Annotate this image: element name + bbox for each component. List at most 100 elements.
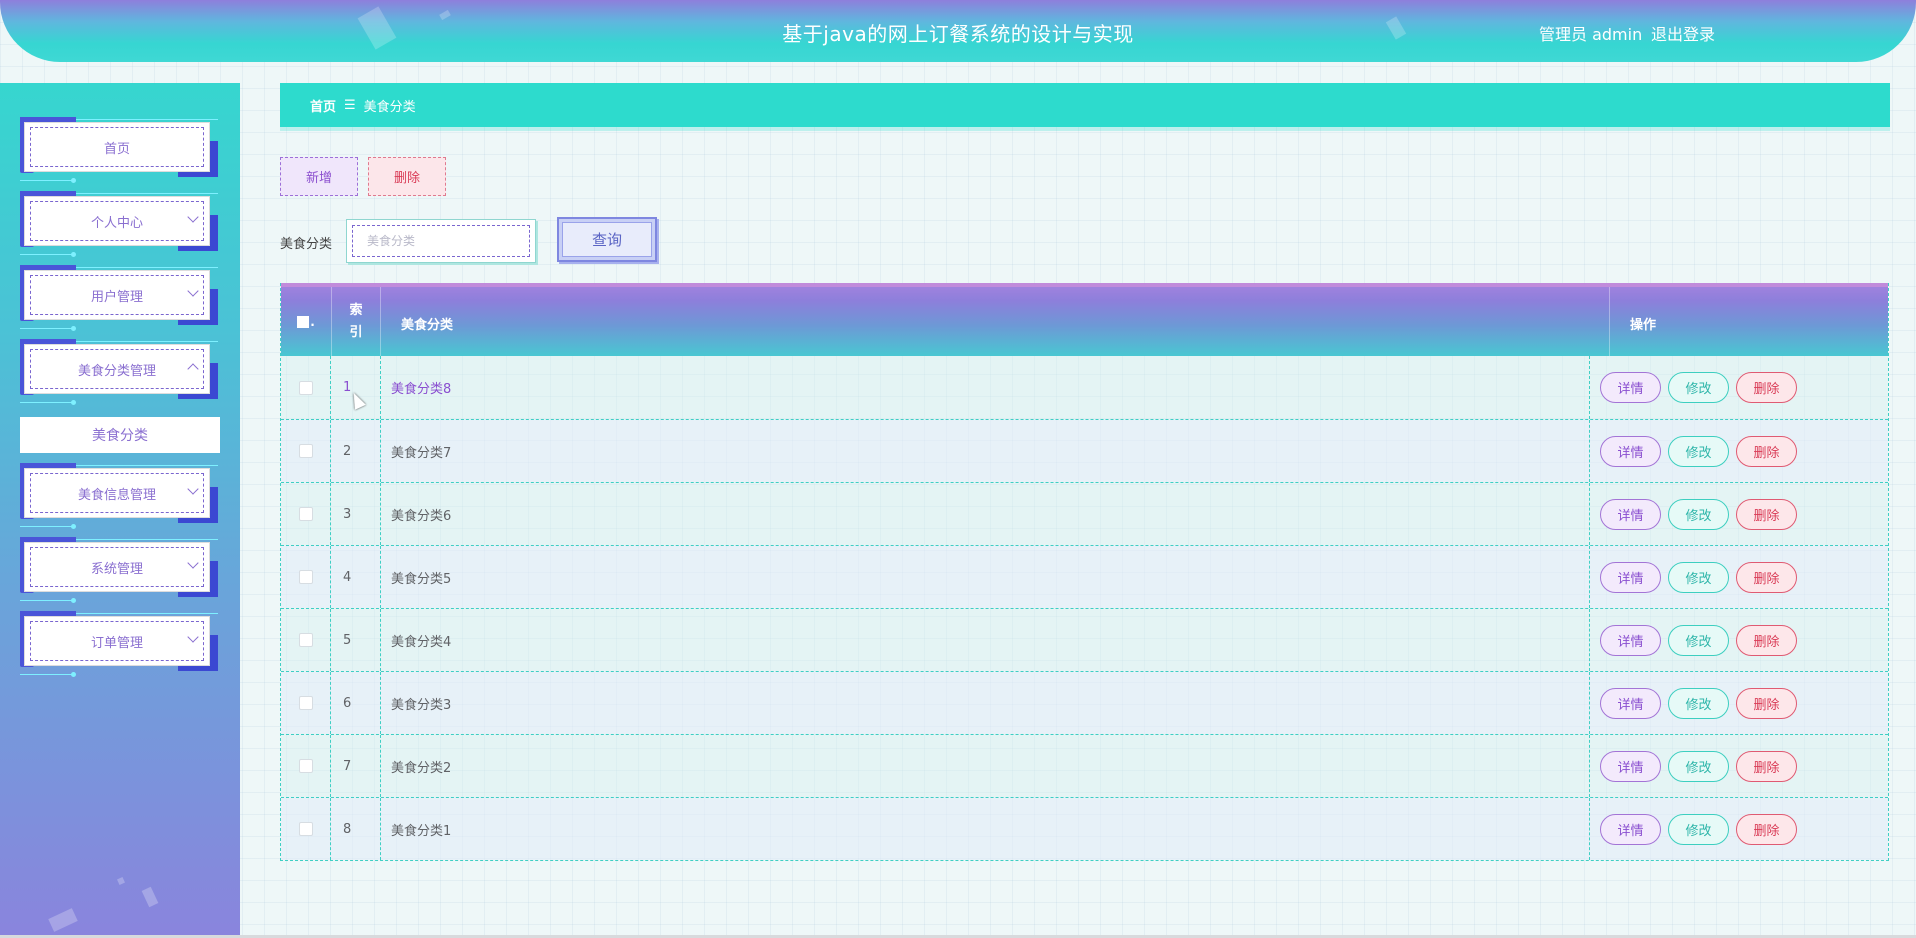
menu-line (76, 465, 218, 466)
table-row[interactable]: 7 美食分类2 详情 修改 删除 (281, 734, 1888, 797)
select-all-checkbox[interactable]: . (281, 287, 331, 356)
detail-button[interactable]: 详情 (1600, 435, 1661, 467)
row-index: 3 (331, 483, 381, 545)
edit-button[interactable]: 修改 (1668, 687, 1729, 719)
edit-button[interactable]: 修改 (1668, 372, 1729, 403)
query-button-label: 查询 (562, 222, 652, 257)
delete-button[interactable]: 删除 (1736, 624, 1797, 656)
data-table: . 索引 美食分类 操作 1 美食分类8 详情 修改 删除 2 美食分类7 详情… (280, 283, 1889, 861)
row-index: 1 (331, 356, 381, 419)
menu-box: 订单管理 (24, 616, 210, 666)
menu-line (20, 252, 76, 257)
table-row[interactable]: 5 美食分类4 详情 修改 删除 (281, 608, 1888, 671)
add-button[interactable]: 新增 (280, 157, 358, 196)
row-checkbox[interactable] (298, 570, 313, 584)
row-checkbox[interactable] (298, 444, 313, 458)
table-row[interactable]: 2 美食分类7 详情 修改 删除 (281, 419, 1888, 482)
row-checkbox-cell (281, 546, 331, 608)
sidebar-item-personal-center[interactable]: 个人中心 (20, 191, 218, 257)
menu-line (76, 341, 218, 342)
sidebar-subitem-food-category[interactable]: 美食分类 (20, 417, 220, 453)
row-checkbox[interactable] (298, 822, 313, 836)
menu-line (76, 539, 218, 540)
breadcrumb-home[interactable]: 首页 (310, 96, 336, 115)
delete-button[interactable]: 删除 (1736, 750, 1797, 782)
edit-button[interactable]: 修改 (1668, 813, 1729, 845)
row-name: 美食分类4 (391, 634, 452, 650)
row-checkbox[interactable] (298, 633, 313, 647)
sidebar-item-label: 用户管理 (30, 275, 204, 315)
delete-button[interactable]: 删除 (1736, 435, 1797, 467)
header-dot: . (310, 314, 315, 329)
menu-box: 美食信息管理 (24, 468, 210, 518)
row-index: 4 (331, 546, 381, 608)
table-row[interactable]: 1 美食分类8 详情 修改 删除 (281, 356, 1888, 419)
row-name: 美食分类5 (391, 571, 452, 587)
detail-button[interactable]: 详情 (1600, 750, 1661, 782)
row-actions: 详情 修改 删除 (1589, 735, 1889, 797)
detail-button[interactable]: 详情 (1600, 561, 1661, 593)
detail-button[interactable]: 详情 (1600, 498, 1661, 530)
row-index: 6 (331, 672, 381, 734)
column-header-name: 美食分类 (401, 318, 454, 333)
sidebar-decoration (117, 877, 125, 885)
table-row[interactable]: 6 美食分类3 详情 修改 删除 (281, 671, 1888, 734)
logout-link[interactable]: 退出登录 (1651, 21, 1715, 45)
sidebar-item-label: 系统管理 (30, 547, 204, 587)
sidebar-item-label: 首页 (30, 127, 204, 167)
row-actions: 详情 修改 删除 (1589, 798, 1889, 860)
delete-button[interactable]: 删除 (1736, 372, 1797, 403)
column-header-index: 索引 (331, 287, 381, 356)
edit-button[interactable]: 修改 (1668, 750, 1729, 782)
sidebar-item-user-management[interactable]: 用户管理 (20, 265, 218, 331)
search-field-wrapper (346, 219, 536, 263)
table-row[interactable]: 4 美食分类5 详情 修改 删除 (281, 545, 1888, 608)
delete-button[interactable]: 删除 (1736, 687, 1797, 719)
row-index: 7 (331, 735, 381, 797)
row-checkbox[interactable] (298, 380, 313, 395)
search-input[interactable] (352, 225, 530, 257)
row-checkbox[interactable] (298, 759, 313, 773)
row-index: 8 (331, 798, 381, 860)
detail-button[interactable]: 详情 (1600, 687, 1661, 719)
sidebar-item-food-info-management[interactable]: 美食信息管理 (20, 463, 218, 529)
menu-icon: ☰ (344, 97, 356, 113)
edit-button[interactable]: 修改 (1668, 561, 1729, 593)
row-name: 美食分类7 (391, 445, 452, 461)
menu-line (20, 326, 76, 331)
detail-button[interactable]: 详情 (1600, 372, 1661, 403)
breadcrumb: 首页 ☰ 美食分类 (280, 83, 1890, 127)
table-row[interactable]: 8 美食分类1 详情 修改 删除 (281, 797, 1888, 860)
column-header-ops-label: 操作 (1630, 318, 1657, 333)
menu-box: 系统管理 (24, 542, 210, 592)
delete-button[interactable]: 删除 (1736, 561, 1797, 593)
edit-button[interactable]: 修改 (1668, 624, 1729, 656)
row-checkbox-cell (281, 735, 331, 797)
menu-line (20, 178, 76, 183)
row-name: 美食分类6 (391, 508, 452, 524)
edit-button[interactable]: 修改 (1668, 498, 1729, 530)
batch-delete-button[interactable]: 删除 (368, 157, 446, 196)
delete-button[interactable]: 删除 (1736, 498, 1797, 530)
menu-box: 美食分类管理 (24, 344, 210, 394)
top-header: 基于java的网上订餐系统的设计与实现 管理员 admin 退出登录 (0, 0, 1916, 62)
row-index: 2 (331, 420, 381, 482)
row-name: 美食分类1 (391, 823, 452, 839)
detail-button[interactable]: 详情 (1600, 813, 1661, 845)
edit-button[interactable]: 修改 (1668, 435, 1729, 467)
sidebar-item-label: 美食分类管理 (30, 349, 204, 389)
detail-button[interactable]: 详情 (1600, 624, 1661, 656)
row-checkbox-cell (281, 609, 331, 671)
sidebar-item-home[interactable]: 首页 (20, 117, 218, 183)
row-checkbox[interactable] (298, 507, 313, 521)
sidebar-item-food-category-management[interactable]: 美食分类管理 (20, 339, 218, 405)
query-button[interactable]: 查询 (557, 217, 657, 262)
row-checkbox-cell (281, 483, 331, 545)
menu-line (20, 672, 76, 677)
table-row[interactable]: 3 美食分类6 详情 修改 删除 (281, 482, 1888, 545)
sidebar-item-system-management[interactable]: 系统管理 (20, 537, 218, 603)
sidebar-item-order-management[interactable]: 订单管理 (20, 611, 218, 677)
sidebar-decoration (141, 886, 159, 908)
row-checkbox[interactable] (298, 696, 313, 710)
delete-button[interactable]: 删除 (1736, 813, 1797, 845)
